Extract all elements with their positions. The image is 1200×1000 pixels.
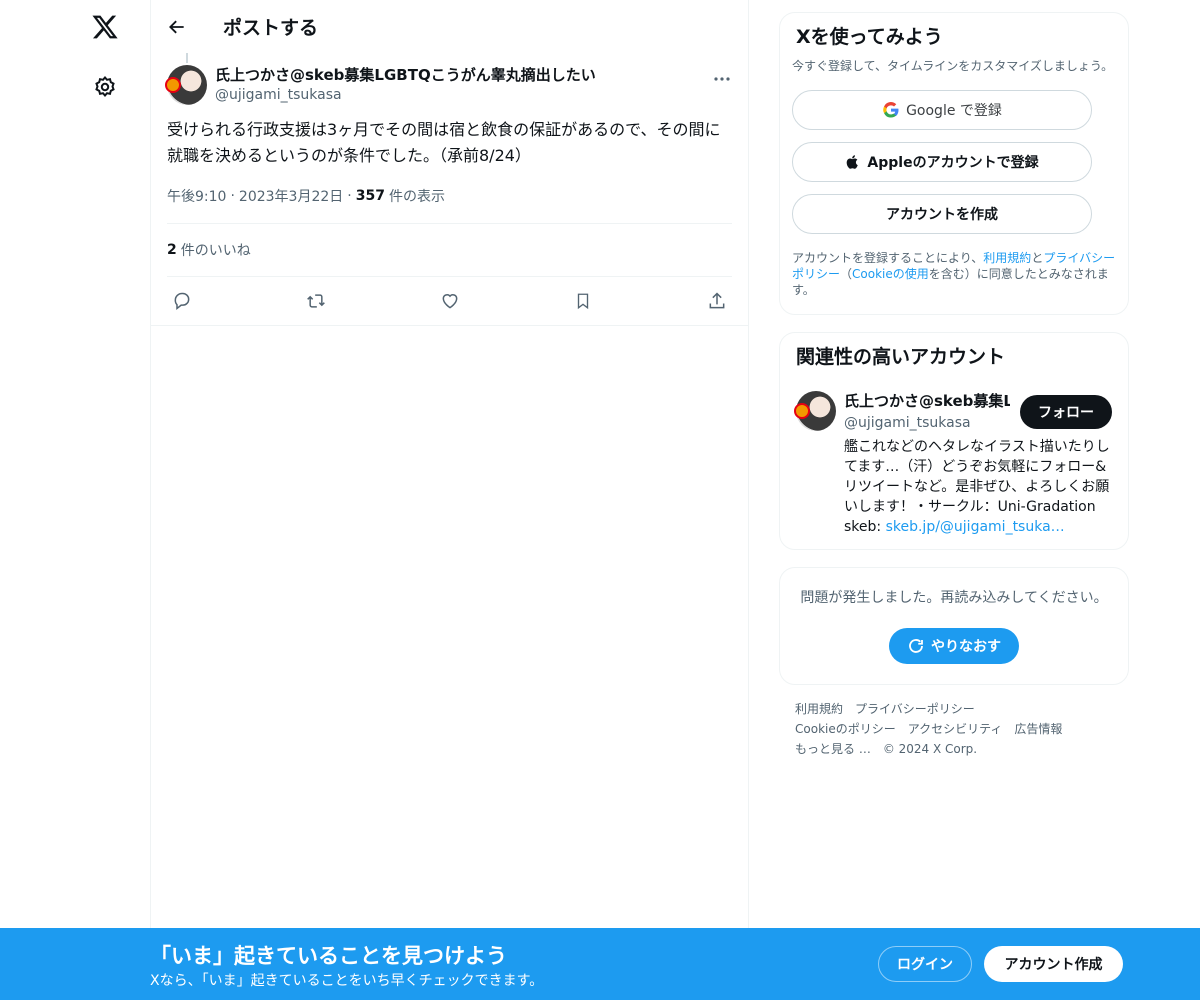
bio-link[interactable]: skeb.jp/@ujigami_tsuka… xyxy=(886,519,1065,535)
signup-button[interactable]: アカウント作成 xyxy=(984,946,1123,982)
error-card: 問題が発生しました。再読み込みしてください。 やりなおす xyxy=(779,567,1129,685)
likes-row[interactable]: 2 件のいいね xyxy=(167,224,732,276)
avatar-badge-icon xyxy=(794,403,810,419)
create-account-button[interactable]: アカウントを作成 xyxy=(792,194,1092,234)
reply-icon[interactable] xyxy=(171,290,193,312)
related-account[interactable]: 氏上つかさ@skeb募集LGBTQこうがん睾丸摘出したい @ujigami_ts… xyxy=(794,391,1112,537)
heart-icon[interactable] xyxy=(439,290,461,312)
login-button[interactable]: ログイン xyxy=(878,946,972,982)
meta-separator: · xyxy=(230,188,235,204)
likes-count: 2 xyxy=(167,242,177,258)
terms-link[interactable]: 利用規約 xyxy=(983,251,1031,265)
post-meta: 午後9:10 · 2023年3月22日 · 357 件の表示 xyxy=(167,183,732,209)
post-time[interactable]: 午後9:10 xyxy=(167,186,226,206)
page-title: ポストする xyxy=(223,17,319,39)
refresh-icon xyxy=(909,639,923,653)
bottom-signup-bar: 「いま」起きていることを見つけよう Xなら、「いま」起きていることをいち早くチェ… xyxy=(0,928,1200,1000)
footer-cookie-link[interactable]: Cookieのポリシー xyxy=(795,722,896,736)
retry-label: やりなおす xyxy=(931,639,1001,655)
follow-button[interactable]: フォロー xyxy=(1020,395,1112,429)
related-title: 関連性の高いアカウント xyxy=(796,346,1006,368)
footer-privacy-link[interactable]: プライバシーポリシー xyxy=(855,702,975,716)
left-nav xyxy=(0,0,150,1000)
legal-text: と xyxy=(1031,251,1044,265)
gear-icon[interactable] xyxy=(88,70,122,104)
thread-line xyxy=(186,53,188,63)
post-author: 氏上つかさ@skeb募集LGBTQこうがん睾丸摘出したい @ujigami_ts… xyxy=(165,53,732,105)
author-name[interactable]: 氏上つかさ@skeb募集LGBTQこうがん睾丸摘出したい xyxy=(215,65,596,85)
views-count: 357 xyxy=(355,188,385,204)
main-column: ポストする 氏上つかさ@skeb募集LGBTQこうがん睾丸摘出したい @ujig… xyxy=(150,0,749,1000)
retry-button[interactable]: やりなおす xyxy=(889,628,1019,664)
legal-text: （ xyxy=(840,267,853,281)
back-arrow-icon[interactable] xyxy=(165,15,189,39)
bottom-bar-title: 「いま」起きていることを見つけよう xyxy=(150,944,507,968)
post-date[interactable]: 2023年3月22日 xyxy=(239,186,343,206)
footer-copyright: © 2024 X Corp. xyxy=(882,742,978,756)
footer-links: 利用規約 プライバシーポリシー Cookieのポリシー アクセシビリティ 広告情報 も… xyxy=(779,685,1129,773)
related-account-name[interactable]: 氏上つかさ@skeb募集LGBTQこうがん睾丸摘出したい xyxy=(844,391,1010,411)
meta-separator: · xyxy=(347,188,352,204)
google-signup-label: Google で登録 xyxy=(906,103,1002,119)
share-icon[interactable] xyxy=(706,290,728,312)
views-label: 件の表示 xyxy=(388,189,445,205)
signup-card: Xを使ってみよう 今すぐ登録して、タイムラインをカスタマイズしましょう。 Goo… xyxy=(779,12,1129,315)
error-message: 問題が発生しました。再読み込みしてください。 xyxy=(800,590,1108,606)
x-logo-icon[interactable] xyxy=(88,10,122,44)
related-accounts-card: 関連性の高いアカウント 氏上つかさ@skeb募集LGBTQこうがん睾丸摘出したい… xyxy=(779,332,1129,550)
legal-text: アカウントを登録することにより、 xyxy=(792,251,984,265)
footer-more-link[interactable]: もっと見る … xyxy=(795,742,871,756)
more-options-icon[interactable] xyxy=(712,69,732,89)
bookmark-icon[interactable] xyxy=(572,290,594,312)
apple-signup-button[interactable]: Appleのアカウントで登録 xyxy=(792,142,1092,182)
likes-label: 件のいいね xyxy=(180,243,251,259)
signup-subtitle: 今すぐ登録して、タイムラインをカスタマイズしましょう。 xyxy=(792,59,1114,73)
post-actions xyxy=(167,277,732,325)
apple-icon xyxy=(847,155,859,169)
repost-icon[interactable] xyxy=(305,290,327,312)
footer-accessibility-link[interactable]: アクセシビリティ xyxy=(908,722,1003,736)
avatar-badge-icon xyxy=(165,77,181,93)
author-handle[interactable]: @ujigami_tsukasa xyxy=(215,85,596,105)
cookie-link[interactable]: Cookieの使用 xyxy=(852,267,929,281)
google-signup-button[interactable]: Google で登録 xyxy=(792,90,1092,130)
footer-ads-link[interactable]: 広告情報 xyxy=(1014,722,1062,736)
related-account-bio: 艦これなどのヘタレなイラスト描いたりしてます…（汗）どうぞお気軽にフォロー&リツ… xyxy=(844,437,1112,537)
google-icon xyxy=(883,102,899,118)
page-header: ポストする xyxy=(151,0,748,53)
create-account-label: アカウントを作成 xyxy=(886,207,998,223)
signup-title: Xを使ってみよう xyxy=(796,26,943,48)
legal-notice: アカウントを登録することにより、利用規約とプライバシーポリシー（Cookieの使… xyxy=(792,250,1116,298)
footer-terms-link[interactable]: 利用規約 xyxy=(795,702,843,716)
right-sidebar: Xを使ってみよう 今すぐ登録して、タイムラインをカスタマイズしましょう。 Goo… xyxy=(779,0,1129,773)
divider xyxy=(151,325,748,326)
bottom-bar-subtitle: Xなら、「いま」起きていることをいち早くチェックできます。 xyxy=(150,973,544,989)
post: 氏上つかさ@skeb募集LGBTQこうがん睾丸摘出したい @ujigami_ts… xyxy=(151,53,748,326)
apple-signup-label: Appleのアカウントで登録 xyxy=(867,155,1039,171)
avatar[interactable] xyxy=(165,65,207,105)
post-text: 受けられる行政支援は3ヶ月でその間は宿と飲食の保証があるので、その間に就職を決め… xyxy=(167,120,721,165)
avatar[interactable] xyxy=(794,391,836,431)
